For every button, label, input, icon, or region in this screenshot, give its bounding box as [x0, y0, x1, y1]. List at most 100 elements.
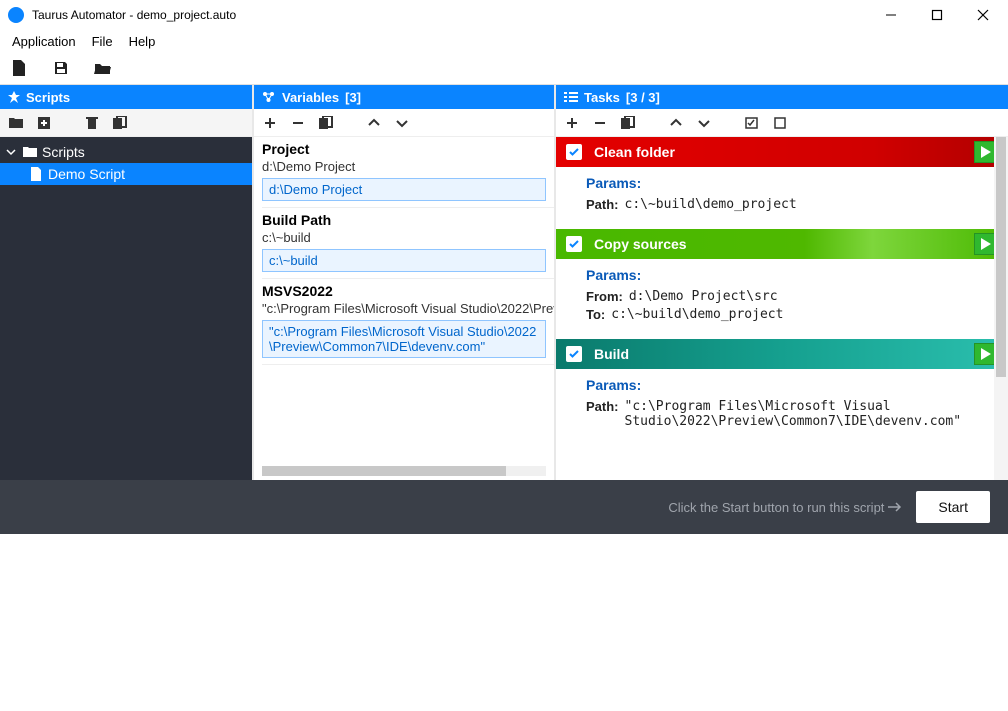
task-header[interactable]: Clean folder — [556, 137, 1008, 167]
task-body: Params: Path: "c:\Program Files\Microsof… — [556, 369, 1008, 446]
save-icon[interactable] — [52, 59, 70, 77]
task-body: Params: From: d:\Demo Project\src To: c:… — [556, 259, 1008, 339]
folder-icon — [22, 146, 38, 158]
task-checkbox[interactable] — [566, 144, 582, 160]
param-row: To: c:\~build\demo_project — [586, 307, 978, 322]
variables-toolbar — [254, 109, 554, 137]
task-build: Build Params: Path: "c:\Program Files\Mi… — [556, 339, 1008, 446]
copy-icon[interactable] — [112, 115, 128, 131]
new-folder-icon[interactable] — [8, 115, 24, 131]
variables-panel-title: Variables — [282, 90, 339, 105]
param-value: d:\Demo Project\src — [629, 289, 778, 304]
variable-input[interactable]: "c:\Program Files\Microsoft Visual Studi… — [262, 320, 546, 358]
horizontal-scrollbar[interactable] — [262, 466, 546, 476]
variables-panel: Variables [3] Project d:\Demo Project d:… — [252, 85, 554, 480]
window-titlebar: Taurus Automator - demo_project.auto — [0, 0, 1008, 30]
variable-input[interactable]: d:\Demo Project — [262, 178, 546, 201]
arrow-right-icon — [888, 501, 902, 513]
task-title: Copy sources — [594, 236, 687, 252]
menu-file[interactable]: File — [84, 32, 121, 51]
delete-icon[interactable] — [84, 115, 100, 131]
start-button[interactable]: Start — [916, 491, 990, 523]
tasks-count: [3 / 3] — [626, 90, 660, 105]
variable-value: c:\~build — [262, 230, 554, 245]
task-body: Params: Path: c:\~build\demo_project — [556, 167, 1008, 229]
task-checkbox[interactable] — [566, 346, 582, 362]
tasks-toolbar — [556, 109, 1008, 137]
task-copy-sources: Copy sources Params: From: d:\Demo Proje… — [556, 229, 1008, 339]
params-label: Params: — [586, 175, 978, 191]
params-label: Params: — [586, 267, 978, 283]
scripts-panel-header: Scripts — [0, 85, 252, 109]
params-label: Params: — [586, 377, 978, 393]
move-down-icon[interactable] — [394, 115, 410, 131]
close-button[interactable] — [960, 0, 1006, 30]
tasks-panel: Tasks [3 / 3] Clean folder — [554, 85, 1008, 480]
remove-icon[interactable] — [290, 115, 306, 131]
menubar: Application File Help — [0, 30, 1008, 52]
footer-bar: Click the Start button to run this scrip… — [0, 480, 1008, 534]
variable-name: Project — [262, 141, 554, 157]
variable-item[interactable]: Project d:\Demo Project d:\Demo Project — [262, 137, 554, 208]
check-all-icon[interactable] — [744, 115, 760, 131]
tree-folder-scripts[interactable]: Scripts — [0, 141, 252, 163]
menu-application[interactable]: Application — [4, 32, 84, 51]
variable-item[interactable]: Build Path c:\~build c:\~build — [262, 208, 554, 279]
param-row: Path: "c:\Program Files\Microsoft Visual… — [586, 399, 978, 429]
new-item-icon[interactable] — [36, 115, 52, 131]
tree-item-demo-script[interactable]: Demo Script — [0, 163, 252, 185]
scripts-toolbar — [0, 109, 252, 137]
vertical-scrollbar[interactable] — [994, 137, 1008, 480]
param-key: Path: — [586, 399, 619, 429]
variable-value: d:\Demo Project — [262, 159, 554, 174]
remove-icon[interactable] — [592, 115, 608, 131]
empty-area — [0, 534, 1008, 710]
footer-hint: Click the Start button to run this scrip… — [668, 500, 902, 515]
variables-panel-header: Variables [3] — [254, 85, 554, 109]
move-up-icon[interactable] — [366, 115, 382, 131]
chevron-down-icon — [6, 147, 18, 157]
variable-value: "c:\Program Files\Microsoft Visual Studi… — [262, 301, 554, 316]
variable-name: MSVS2022 — [262, 283, 554, 299]
variable-item[interactable]: MSVS2022 "c:\Program Files\Microsoft Vis… — [262, 279, 554, 365]
scripts-panel: Scripts Scripts Demo — [0, 85, 252, 480]
duplicate-icon[interactable] — [620, 115, 636, 131]
param-value: c:\~build\demo_project — [625, 197, 797, 212]
task-checkbox[interactable] — [566, 236, 582, 252]
new-file-icon[interactable] — [10, 59, 28, 77]
minimize-button[interactable] — [868, 0, 914, 30]
param-value: c:\~build\demo_project — [611, 307, 783, 322]
variable-input[interactable]: c:\~build — [262, 249, 546, 272]
variables-icon — [262, 91, 276, 103]
file-icon — [28, 167, 44, 181]
param-row: Path: c:\~build\demo_project — [586, 197, 978, 212]
tree-folder-label: Scripts — [42, 144, 85, 160]
maximize-button[interactable] — [914, 0, 960, 30]
task-header[interactable]: Copy sources — [556, 229, 1008, 259]
tree-item-label: Demo Script — [48, 166, 125, 182]
tree-icon — [8, 91, 20, 103]
menu-help[interactable]: Help — [121, 32, 164, 51]
scripts-panel-title: Scripts — [26, 90, 70, 105]
window-title: Taurus Automator - demo_project.auto — [32, 8, 236, 22]
task-clean-folder: Clean folder Params: Path: c:\~build\dem… — [556, 137, 1008, 229]
open-folder-icon[interactable] — [94, 59, 112, 77]
variables-count: [3] — [345, 90, 361, 105]
move-down-icon[interactable] — [696, 115, 712, 131]
param-key: From: — [586, 289, 623, 304]
tasks-icon — [564, 91, 578, 103]
uncheck-all-icon[interactable] — [772, 115, 788, 131]
add-icon[interactable] — [564, 115, 580, 131]
scripts-tree: Scripts Demo Script — [0, 137, 252, 189]
param-key: Path: — [586, 197, 619, 212]
tasks-panel-title: Tasks — [584, 90, 620, 105]
duplicate-icon[interactable] — [318, 115, 334, 131]
move-up-icon[interactable] — [668, 115, 684, 131]
main-toolbar — [0, 52, 1008, 84]
tasks-list: Clean folder Params: Path: c:\~build\dem… — [556, 137, 1008, 480]
param-key: To: — [586, 307, 605, 322]
variables-list: Project d:\Demo Project d:\Demo Project … — [254, 137, 554, 480]
task-header[interactable]: Build — [556, 339, 1008, 369]
add-icon[interactable] — [262, 115, 278, 131]
task-title: Build — [594, 346, 629, 362]
